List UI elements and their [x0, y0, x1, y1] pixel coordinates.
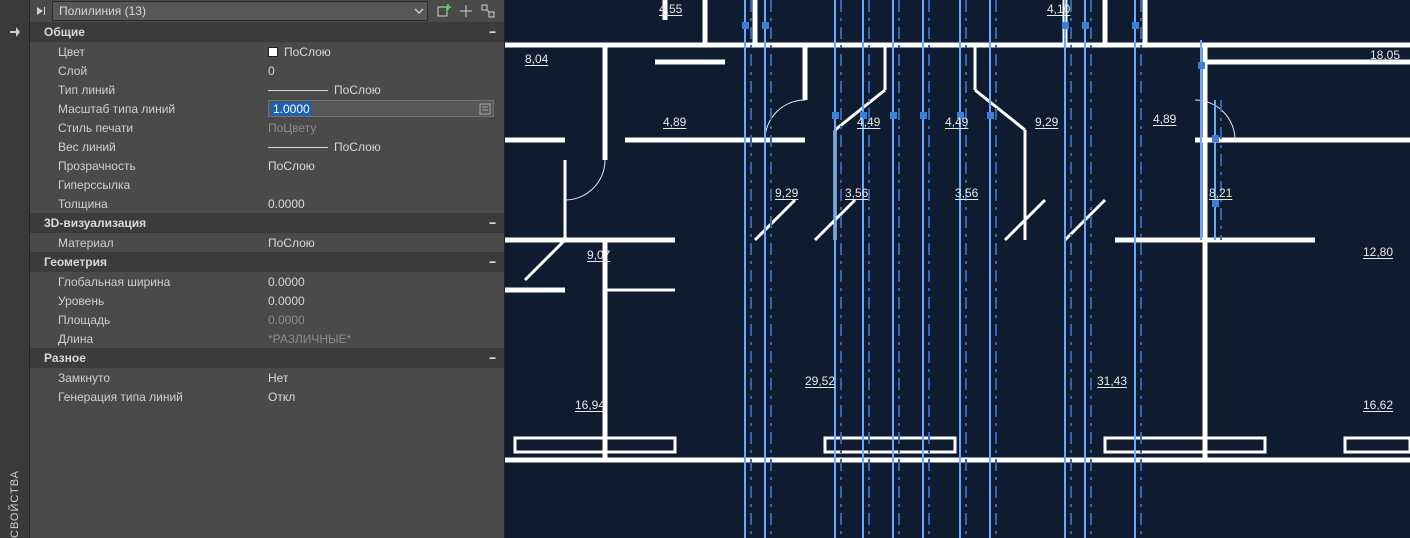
collapse-icon[interactable] — [34, 4, 48, 18]
dim-text: 16,62 — [1363, 398, 1393, 412]
sidebar-title: СВОЙСТВА — [9, 440, 21, 538]
floor-plan-drawing: .w5{stroke:#fff;stroke-width:5;fill:none… — [505, 0, 1410, 538]
color-swatch-icon — [268, 47, 278, 57]
selection-value: Полилиния (13) — [59, 4, 146, 18]
prop-transparency[interactable]: ПрозрачностьПоСлою — [30, 156, 504, 175]
prop-thickness[interactable]: Толщина0.0000 — [30, 194, 504, 213]
prop-elevation[interactable]: Уровень0.0000 — [30, 291, 504, 310]
prop-material[interactable]: МатериалПоСлою — [30, 233, 504, 252]
category-misc[interactable]: Разное− — [30, 348, 504, 368]
collapse-toggle-icon: − — [489, 216, 496, 230]
dim-text: 4,10 — [1047, 2, 1070, 16]
selection-row: Полилиния (13) — [30, 0, 504, 22]
prop-linetype[interactable]: Тип линийПоСлою — [30, 80, 504, 99]
selection-combo[interactable]: Полилиния (13) — [52, 1, 428, 21]
prop-layer[interactable]: Слой0 — [30, 61, 504, 80]
pin-icon — [8, 25, 22, 39]
dim-text: 31,43 — [1097, 374, 1127, 388]
quick-select-icon[interactable] — [480, 3, 496, 19]
dim-text: 29,52 — [805, 374, 835, 388]
prop-closed[interactable]: ЗамкнутоНет — [30, 368, 504, 387]
properties-sidebar-tab[interactable]: СВОЙСТВА — [0, 0, 30, 538]
dim-text: 4,89 — [1153, 112, 1176, 126]
prop-area[interactable]: Площадь0.0000 — [30, 310, 504, 329]
dim-text: 9,29 — [1035, 115, 1058, 129]
calculator-icon[interactable] — [479, 103, 491, 115]
pick-icon[interactable] — [458, 3, 474, 19]
prop-linetype-scale[interactable]: Масштаб типа линий1.0000 — [30, 99, 504, 118]
dim-text: 4,49 — [945, 115, 968, 129]
category-geometry[interactable]: Геометрия− — [30, 252, 504, 272]
dim-text: 9,29 — [775, 186, 798, 200]
collapse-toggle-icon: − — [489, 25, 496, 39]
drawing-canvas[interactable]: .w5{stroke:#fff;stroke-width:5;fill:none… — [505, 0, 1410, 538]
dim-text: 4,55 — [659, 2, 682, 16]
dim-text: 9,07 — [587, 248, 610, 262]
category-general[interactable]: Общие− — [30, 22, 504, 42]
category-3d-visualization[interactable]: 3D-визуализация− — [30, 213, 504, 233]
dim-text: 8,21 — [1209, 186, 1232, 200]
prop-length[interactable]: Длина*РАЗЛИЧНЫЕ* — [30, 329, 504, 348]
collapse-toggle-icon: − — [489, 255, 496, 269]
dim-text: 3,56 — [845, 186, 868, 200]
collapse-toggle-icon: − — [489, 351, 496, 365]
linetype-scale-input: 1.0000 — [268, 100, 494, 117]
dim-text: 18,05 — [1370, 48, 1400, 62]
prop-linetype-generation[interactable]: Генерация типа линийОткл — [30, 387, 504, 406]
properties-panel: Полилиния (13) Общие− ЦветПоСлою Слой0 Т… — [30, 0, 505, 538]
dim-text: 8,04 — [525, 52, 548, 66]
dim-text: 4,49 — [857, 115, 880, 129]
add-selection-icon[interactable] — [436, 3, 452, 19]
dim-text: 16,94 — [575, 398, 605, 412]
prop-lineweight[interactable]: Вес линийПоСлою — [30, 137, 504, 156]
chevron-down-icon — [413, 5, 425, 17]
linetype-preview-icon — [268, 90, 328, 91]
prop-hyperlink[interactable]: Гиперссылка — [30, 175, 504, 194]
lineweight-preview-icon — [268, 147, 328, 148]
dim-text: 3,56 — [955, 186, 978, 200]
prop-plot-style[interactable]: Стиль печатиПоЦвету — [30, 118, 504, 137]
prop-global-width[interactable]: Глобальная ширина0.0000 — [30, 272, 504, 291]
dim-text: 4,89 — [663, 115, 686, 129]
dim-text: 12,80 — [1363, 245, 1393, 259]
prop-color[interactable]: ЦветПоСлою — [30, 42, 504, 61]
panel-toolbar — [432, 3, 500, 19]
